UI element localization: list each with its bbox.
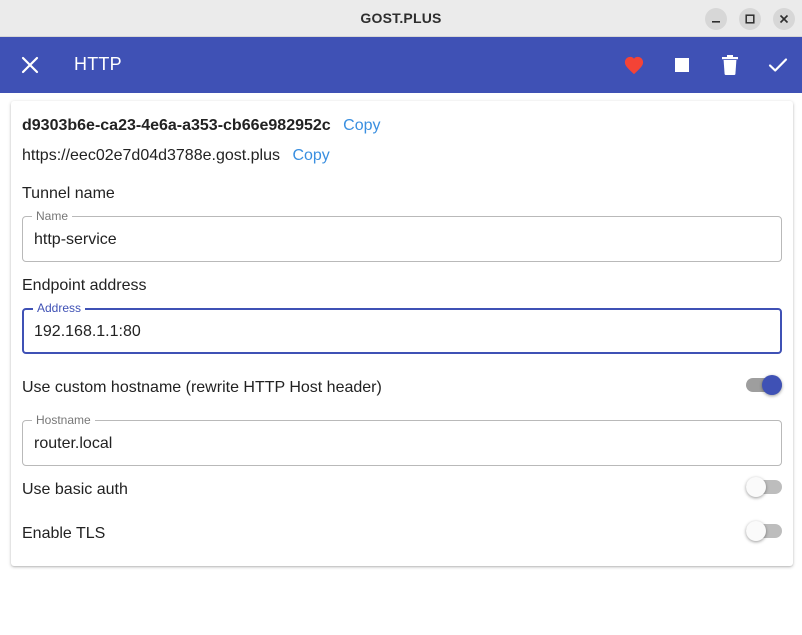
- window-title: GOST.PLUS: [360, 10, 442, 26]
- delete-button[interactable]: [718, 53, 742, 77]
- window-maximize-button[interactable]: [739, 8, 761, 30]
- heart-icon: [624, 56, 644, 75]
- hostname-field-legend: Hostname: [32, 413, 95, 427]
- trash-icon: [722, 55, 738, 75]
- address-field-legend: Address: [33, 301, 86, 315]
- name-field[interactable]: Name http-service: [22, 209, 782, 262]
- copy-id-button[interactable]: Copy: [343, 117, 380, 134]
- maximize-icon: [745, 14, 755, 24]
- stop-button[interactable]: [670, 53, 694, 77]
- basic-auth-toggle[interactable]: [746, 477, 782, 497]
- copy-url-button[interactable]: Copy: [292, 147, 329, 164]
- page-title: HTTP: [74, 54, 122, 74]
- window-close-icon: [779, 14, 789, 24]
- toggle-thumb: [746, 477, 766, 497]
- tunnel-settings-card: d9303b6e-ca23-4e6a-a353-cb66e982952c Cop…: [11, 101, 793, 566]
- custom-hostname-label: Use custom hostname (rewrite HTTP Host h…: [22, 379, 382, 396]
- minimize-icon: [712, 21, 720, 23]
- check-icon: [768, 58, 788, 72]
- tunnel-url: https://eec02e7d04d3788e.gost.plus: [22, 147, 280, 164]
- app-bar: HTTP: [0, 37, 802, 93]
- address-field[interactable]: Address 192.168.1.1:80: [22, 301, 782, 354]
- tunnel-name-label: Tunnel name: [22, 185, 115, 202]
- custom-hostname-toggle[interactable]: [746, 375, 782, 395]
- hostname-field[interactable]: Hostname router.local: [22, 413, 782, 466]
- name-field-legend: Name: [32, 209, 73, 223]
- basic-auth-label: Use basic auth: [22, 481, 128, 498]
- close-icon: [21, 56, 39, 74]
- toggle-thumb: [746, 521, 766, 541]
- tunnel-id-row: d9303b6e-ca23-4e6a-a353-cb66e982952c Cop…: [22, 117, 381, 135]
- endpoint-address-label: Endpoint address: [22, 277, 147, 294]
- enable-tls-toggle[interactable]: [746, 521, 782, 541]
- save-button[interactable]: [766, 53, 790, 77]
- favorite-button[interactable]: [622, 53, 646, 77]
- window-close-button[interactable]: [773, 8, 795, 30]
- window-minimize-button[interactable]: [705, 8, 727, 30]
- stop-icon: [675, 58, 689, 72]
- tunnel-url-row: https://eec02e7d04d3788e.gost.plus Copy: [22, 147, 330, 165]
- window-titlebar: GOST.PLUS: [0, 0, 802, 37]
- close-button[interactable]: [18, 53, 42, 77]
- hostname-input[interactable]: router.local: [34, 435, 112, 453]
- toggle-thumb: [762, 375, 782, 395]
- tunnel-id: d9303b6e-ca23-4e6a-a353-cb66e982952c: [22, 117, 331, 134]
- address-input[interactable]: 192.168.1.1:80: [34, 323, 141, 341]
- name-input[interactable]: http-service: [34, 231, 117, 249]
- enable-tls-label: Enable TLS: [22, 525, 106, 542]
- window-background: [0, 570, 802, 635]
